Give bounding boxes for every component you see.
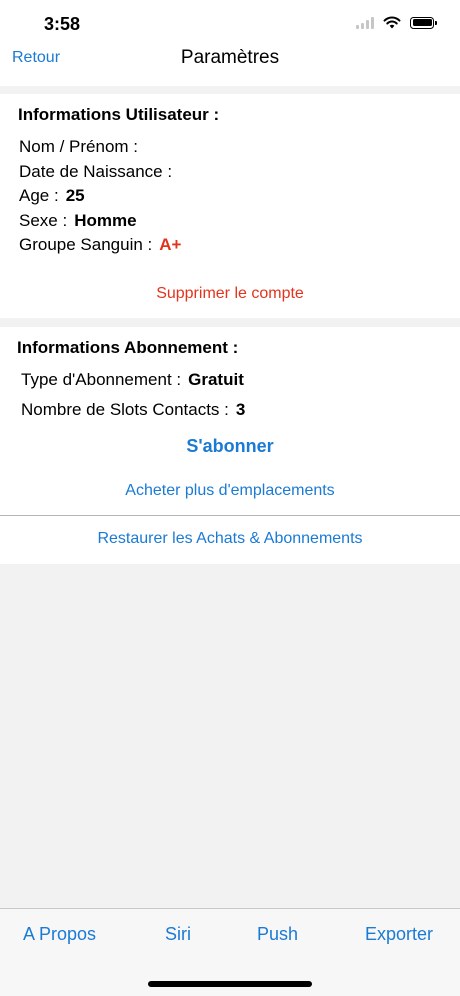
restore-section: Restaurer les Achats & Abonnements xyxy=(0,516,460,564)
buy-more-slots-button[interactable]: Acheter plus d'emplacements xyxy=(0,482,460,500)
name-row: Nom / Prénom : xyxy=(19,137,145,157)
blood-group-label: Groupe Sanguin : xyxy=(19,235,153,254)
subscription-section: Informations Abonnement : Type d'Abonnem… xyxy=(0,327,460,515)
status-bar: 3:58 xyxy=(0,0,460,46)
name-label: Nom / Prénom : xyxy=(19,137,139,156)
subscription-type-row: Type d'Abonnement : Gratuit xyxy=(21,370,244,390)
age-label: Age : xyxy=(19,186,59,205)
subscription-type-value: Gratuit xyxy=(188,370,244,389)
siri-button[interactable]: Siri xyxy=(165,924,191,945)
contact-slots-value: 3 xyxy=(235,400,246,419)
birthdate-label: Date de Naissance : xyxy=(19,162,173,181)
subscription-title: Informations Abonnement : xyxy=(17,338,239,357)
blood-group-row: Groupe Sanguin : A+ xyxy=(19,235,181,255)
about-button[interactable]: A Propos xyxy=(23,924,96,945)
page-title: Paramètres xyxy=(180,47,280,68)
blood-group-value: A+ xyxy=(159,235,182,254)
navigation-bar: Retour Paramètres xyxy=(0,46,460,86)
restore-purchases-button[interactable]: Restaurer les Achats & Abonnements xyxy=(0,530,460,548)
user-info-section: Informations Utilisateur : Nom / Prénom … xyxy=(0,94,460,318)
user-info-title: Informations Utilisateur : xyxy=(18,105,220,124)
contact-slots-row: Nombre de Slots Contacts : 3 xyxy=(21,400,245,420)
subscription-type-label: Type d'Abonnement : xyxy=(21,370,182,389)
home-indicator[interactable] xyxy=(148,981,312,987)
delete-account-button[interactable]: Supprimer le compte xyxy=(0,285,460,303)
status-icons xyxy=(356,16,437,29)
push-button[interactable]: Push xyxy=(257,924,298,945)
cellular-signal-icon xyxy=(356,16,374,29)
age-row: Age : 25 xyxy=(19,186,85,206)
age-value: 25 xyxy=(65,186,85,205)
sex-label: Sexe : xyxy=(19,211,68,230)
export-button[interactable]: Exporter xyxy=(365,924,433,945)
wifi-icon xyxy=(383,16,401,29)
battery-icon xyxy=(410,16,437,29)
subscribe-button[interactable]: S'abonner xyxy=(0,436,460,457)
birthdate-row: Date de Naissance : xyxy=(19,162,179,182)
sex-row: Sexe : Homme xyxy=(19,211,137,231)
status-time: 3:58 xyxy=(44,14,81,34)
contact-slots-label: Nombre de Slots Contacts : xyxy=(21,400,229,419)
sex-value: Homme xyxy=(74,211,137,230)
